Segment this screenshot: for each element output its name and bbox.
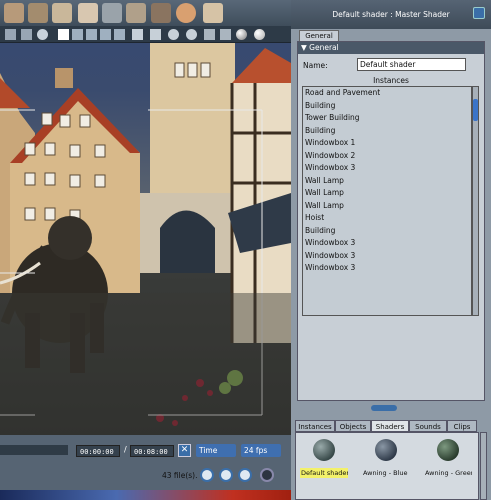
list-item[interactable]: Tower Building [303, 112, 471, 125]
list-item[interactable]: Windowbox 1 [303, 137, 471, 150]
view-quad-icon[interactable] [86, 29, 97, 40]
stop-circle-icon[interactable] [238, 468, 252, 482]
record-circle-icon[interactable] [219, 468, 233, 482]
panel-pin-icon[interactable] [473, 7, 485, 19]
3d-viewport[interactable] [0, 43, 291, 435]
time-start-field[interactable]: 00:00:00 [76, 445, 120, 457]
grid-cube-icon[interactable] [204, 29, 215, 40]
instances-label: Instances [373, 76, 409, 85]
shader-preview-sphere [313, 439, 335, 461]
list-item[interactable]: Wall Lamp [303, 175, 471, 188]
tab-shaders[interactable]: Shaders [371, 420, 409, 432]
list-item[interactable]: Windowbox 3 [303, 250, 471, 263]
list-item[interactable]: Windowbox 3 [303, 262, 471, 275]
list-item[interactable]: Hoist [303, 212, 471, 225]
general-section-header[interactable]: ▼ General [298, 42, 484, 54]
panel-title: Default shader : Master Shader [291, 0, 491, 29]
sphere-shaded-icon[interactable] [236, 29, 247, 40]
panel-splitter-handle[interactable] [371, 405, 397, 411]
instances-list[interactable]: Road and Pavement Building Tower Buildin… [302, 86, 472, 316]
target-tool-icon[interactable] [176, 3, 196, 23]
loop-toggle-icon[interactable]: ✕ [178, 444, 191, 457]
section-title: General [309, 43, 339, 52]
list-item[interactable]: Wall Lamp [303, 200, 471, 213]
time-end-field[interactable]: 00:08:00 [130, 445, 174, 457]
play-circle-icon[interactable] [200, 468, 214, 482]
shader-item[interactable]: Awning - Green [424, 439, 472, 478]
shader-preview-sphere [375, 439, 397, 461]
view-three-icon[interactable] [100, 29, 111, 40]
shader-item[interactable]: Awning - Blue S [362, 439, 410, 478]
tab-general[interactable]: General [299, 30, 339, 41]
collapse-triangle-icon: ▼ [301, 43, 310, 52]
sphere-light-icon[interactable] [254, 29, 265, 40]
fps-select[interactable]: 24 fps [241, 444, 281, 457]
library-scrollbar[interactable] [480, 432, 487, 500]
hierarchy-tool-icon[interactable] [126, 3, 146, 23]
name-label: Name: [303, 61, 328, 70]
name-input[interactable]: Default shader [357, 58, 466, 71]
scrollbar-thumb[interactable] [473, 99, 478, 121]
shader-label: Default shader [300, 468, 348, 478]
main-toolbar [0, 0, 291, 26]
light-icon[interactable] [150, 29, 161, 40]
timeline-bar: 00:00:00 / 00:08:00 ✕ Time 24 fps 43 fil… [0, 435, 291, 500]
camera-icon[interactable] [186, 29, 197, 40]
properties-panel: Default shader : Master Shader General ▼… [291, 0, 491, 500]
paint-tool-icon[interactable] [78, 3, 98, 23]
tab-instances[interactable]: Instances [295, 420, 335, 432]
tab-clips[interactable]: Clips [447, 420, 477, 432]
shader-item[interactable]: Default shader [300, 439, 348, 478]
time-separator: / [124, 445, 127, 454]
move-icon[interactable] [21, 29, 32, 40]
time-mode-select[interactable]: Time [196, 444, 236, 457]
list-item[interactable]: Building [303, 125, 471, 138]
list-item[interactable]: Windowbox 3 [303, 162, 471, 175]
select-icon[interactable] [5, 29, 16, 40]
view-split-icon[interactable] [72, 29, 83, 40]
list-item[interactable]: Road and Pavement [303, 87, 471, 100]
node-tool-icon[interactable] [102, 3, 122, 23]
general-section: ▼ General Name: Default shader Instances… [297, 41, 485, 401]
camera-tool-icon[interactable] [151, 3, 171, 23]
view-toolbar [0, 26, 291, 43]
arrow-up-icon[interactable] [168, 29, 179, 40]
terrain-tool-icon[interactable] [28, 3, 48, 23]
list-item[interactable]: Building [303, 100, 471, 113]
instances-scrollbar[interactable] [472, 86, 479, 316]
list-item[interactable]: Windowbox 3 [303, 237, 471, 250]
thumbnail-strip [0, 490, 291, 500]
file-count: 43 file(s). [162, 471, 198, 480]
cube-wire-icon[interactable] [132, 29, 143, 40]
timeline-scrubber[interactable] [0, 445, 68, 455]
building-tool-icon[interactable] [4, 3, 24, 23]
rotate-icon[interactable] [37, 29, 48, 40]
bone-tool-icon[interactable] [203, 3, 223, 23]
shader-library: Default shader Awning - Blue S Awning - … [295, 432, 479, 500]
view-single-icon[interactable] [58, 29, 69, 40]
settings-circle-icon[interactable] [260, 468, 274, 482]
solid-cube-icon[interactable] [220, 29, 231, 40]
bread-tool-icon[interactable] [52, 3, 72, 23]
shader-label: Awning - Blue S [363, 469, 410, 477]
list-item[interactable]: Wall Lamp [303, 187, 471, 200]
scene-render [0, 43, 291, 435]
shader-label: Awning - Green [425, 469, 472, 477]
tab-objects[interactable]: Objects [335, 420, 371, 432]
tab-sounds[interactable]: Sounds [409, 420, 447, 432]
shader-preview-sphere [437, 439, 459, 461]
view-wide-icon[interactable] [114, 29, 125, 40]
list-item[interactable]: Windowbox 2 [303, 150, 471, 163]
list-item[interactable]: Building [303, 225, 471, 238]
library-tabs: Instances Objects Shaders Sounds Clips [295, 420, 487, 432]
